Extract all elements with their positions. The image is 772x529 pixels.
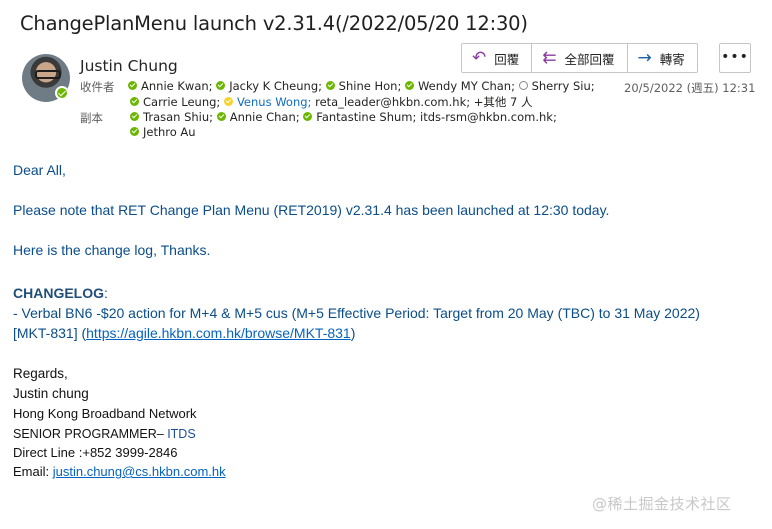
recipient[interactable]: Fantastine Shum; — [303, 110, 416, 124]
recipient[interactable]: Trasan Shiu; — [130, 110, 213, 124]
recipient[interactable]: Annie Chan; — [216, 110, 300, 124]
greeting: Dear All, — [13, 162, 66, 178]
recipient[interactable]: Venus Wong; — [223, 95, 311, 109]
changelog-heading-line: CHANGELOG: — [13, 285, 108, 301]
reply-all-label: 全部回覆 — [564, 51, 615, 67]
presence-away-icon — [223, 97, 233, 106]
recipient[interactable]: Wendy MY Chan; — [404, 79, 515, 93]
presence-available-icon — [130, 97, 139, 106]
cc-label: 副本 — [80, 111, 103, 125]
reply-icon: ↶ — [472, 47, 487, 68]
presence-available-icon — [130, 127, 139, 136]
signature-title: SENIOR PROGRAMMER– ITDS — [13, 427, 196, 441]
forward-label: 轉寄 — [659, 51, 685, 67]
watermark: @稀土掘金技术社区 — [592, 495, 732, 513]
presence-available-icon — [404, 81, 414, 90]
changelog-heading: CHANGELOG — [13, 285, 104, 301]
signature-direct-line: Direct Line :+852 3999-2846 — [13, 445, 178, 460]
sender-name[interactable]: Justin Chung — [80, 57, 178, 75]
to-recipients-line-2: Carrie Leung; Venus Wong; reta_leader@hk… — [130, 94, 533, 110]
changelog-item: - Verbal BN6 -$20 action for M+4 & M+5 c… — [13, 305, 700, 321]
presence-available-icon — [216, 81, 226, 90]
signature-company: Hong Kong Broadband Network — [13, 406, 197, 421]
recipient-address[interactable]: itds-rsm@hkbn.com.hk; — [420, 110, 557, 124]
ticket-line: [MKT-831] (https://agile.hkbn.com.hk/bro… — [13, 325, 356, 341]
reply-all-icon: ⇇ — [542, 47, 557, 68]
presence-available-icon — [130, 112, 139, 121]
signature-name: Justin chung — [13, 386, 89, 401]
presence-offline-icon — [518, 81, 528, 90]
signature-email-line: Email: justin.chung@cs.hkbn.com.hk — [13, 464, 226, 479]
signature-regards: Regards, — [13, 366, 68, 381]
cc-recipients-line-1: Trasan Shiu; Annie Chan; Fantastine Shum… — [130, 110, 557, 124]
body-paragraph: Here is the change log, Thanks. — [13, 242, 211, 258]
ticket-link[interactable]: https://agile.hkbn.com.hk/browse/MKT-831 — [86, 325, 351, 341]
forward-button[interactable]: → 轉寄 — [626, 44, 697, 72]
presence-available-icon — [325, 81, 335, 90]
reply-button[interactable]: ↶ 回覆 — [462, 44, 531, 72]
presence-available-icon — [128, 81, 137, 90]
to-recipients-line-1: Annie Kwan; Jacky K Cheung; Shine Hon; W… — [128, 79, 595, 93]
presence-available-icon — [303, 112, 313, 121]
recipient[interactable]: Shine Hon; — [325, 79, 401, 93]
to-label: 收件者 — [80, 80, 115, 94]
presence-available-icon — [55, 86, 69, 100]
presence-available-icon — [216, 112, 226, 121]
email-subject: ChangePlanMenu launch v2.31.4(/2022/05/2… — [20, 12, 528, 35]
reply-all-button[interactable]: ⇇ 全部回覆 — [531, 44, 626, 72]
recipient[interactable]: Jacky K Cheung; — [216, 79, 322, 93]
received-date: 20/5/2022 (週五) 12:31 — [624, 81, 756, 95]
message-actions-toolbar: ↶ 回覆 ⇇ 全部回覆 → 轉寄 — [461, 43, 698, 73]
more-actions-button[interactable]: ••• — [719, 43, 751, 73]
recipient[interactable]: Carrie Leung; — [130, 95, 220, 109]
more-recipients-link[interactable]: +其他 7 人 — [474, 95, 533, 109]
recipient[interactable]: Sherry Siu; — [518, 79, 595, 93]
recipient[interactable]: Jethro Au — [130, 125, 196, 139]
cc-recipients-line-2: Jethro Au — [130, 125, 196, 139]
forward-icon: → — [637, 47, 652, 68]
body-paragraph: Please note that RET Change Plan Menu (R… — [13, 202, 610, 218]
recipient-address[interactable]: reta_leader@hkbn.com.hk; — [315, 95, 470, 109]
signature-email-link[interactable]: justin.chung@cs.hkbn.com.hk — [53, 464, 226, 479]
recipient[interactable]: Annie Kwan; — [128, 79, 213, 93]
reply-label: 回覆 — [494, 51, 520, 67]
